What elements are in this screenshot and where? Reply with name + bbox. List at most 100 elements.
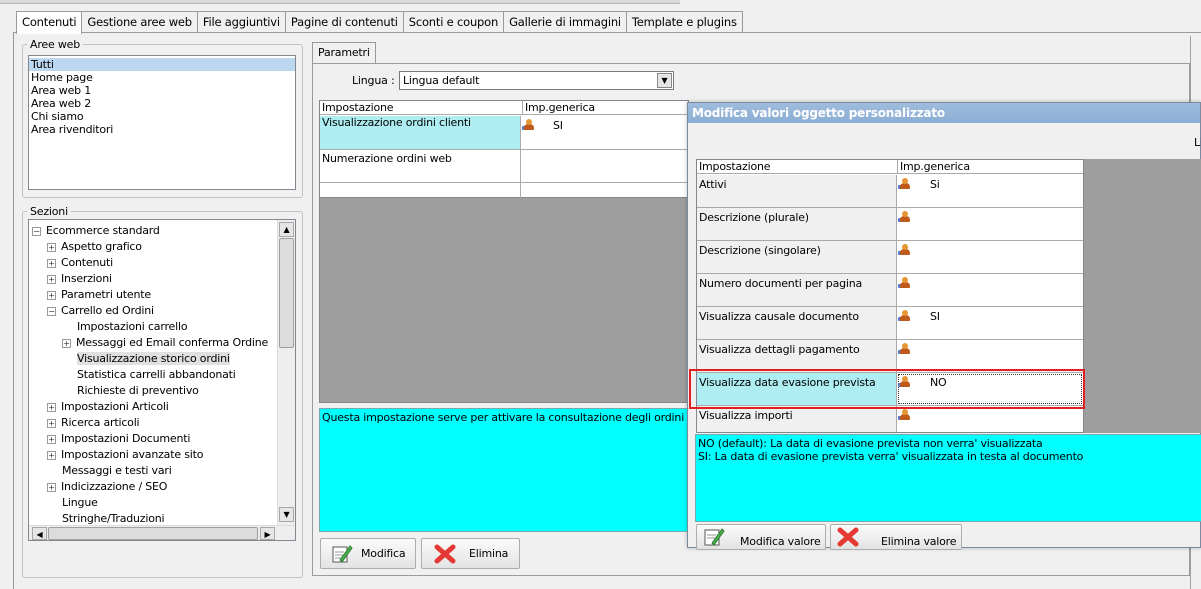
dialog-title: Modifica valori oggetto personalizzato — [688, 103, 1200, 123]
grid-empty-area — [319, 198, 689, 403]
table-row[interactable]: Numerazione ordini web — [320, 150, 688, 183]
expand-icon[interactable]: + — [47, 434, 56, 444]
elimina-label: Elimina — [469, 547, 509, 560]
list-item[interactable]: Home page — [29, 71, 295, 84]
tree-node-label: Statistica carrelli abbandonati — [77, 368, 236, 381]
tree-node[interactable]: Impostazioni carrello — [62, 319, 188, 335]
tree-node-label: Stringhe/Traduzioni — [62, 512, 165, 525]
scroll-up-icon[interactable]: ▲ — [279, 222, 294, 237]
tree-node[interactable]: Visualizzazione storico ordini — [62, 351, 230, 367]
tab-template-e-plugins[interactable]: Template e plugins — [625, 11, 743, 33]
chevron-down-icon[interactable]: ▼ — [657, 73, 672, 88]
scroll-h-thumb[interactable] — [48, 527, 258, 540]
tab-parametri[interactable]: Parametri — [312, 42, 376, 64]
elimina-valore-button[interactable]: Elimina valore — [830, 524, 962, 550]
expand-icon[interactable]: + — [47, 274, 56, 284]
tree-node[interactable]: + Messaggi ed Email conferma Ordine — [62, 335, 268, 351]
tab-gestione-aree-web[interactable]: Gestione aree web — [81, 11, 198, 33]
lingua-select[interactable]: Lingua default ▼ — [399, 71, 674, 90]
tree-node[interactable]: Statistica carrelli abbandonati — [62, 367, 236, 383]
table-row[interactable]: Descrizione (singolare) — [697, 241, 1083, 274]
tab-gallerie-di-immagini[interactable]: Gallerie di immagini — [503, 11, 627, 33]
tree-node-label: Aspetto grafico — [61, 240, 142, 253]
tree-node[interactable]: + Impostazioni Documenti — [47, 431, 190, 447]
expand-icon[interactable]: + — [47, 258, 56, 268]
tree-node[interactable]: Messaggi e testi vari — [47, 463, 172, 479]
scroll-left-icon[interactable]: ◀ — [32, 527, 47, 540]
table-row[interactable]: Visualizza causale documento SI — [697, 307, 1083, 340]
tree-node-label: Messaggi e testi vari — [62, 464, 172, 477]
modifica-valore-button[interactable]: Modifica valore — [696, 524, 826, 550]
tab-pagine-di-contenuti[interactable]: Pagine di contenuti — [284, 11, 404, 33]
tree-node[interactable]: + Contenuti — [47, 255, 113, 271]
tree-node[interactable]: Lingue — [47, 495, 98, 511]
top-strip — [0, 0, 680, 4]
expand-icon[interactable]: + — [47, 290, 56, 300]
row-name-cell: Descrizione (plurale) — [697, 208, 896, 240]
delete-x-icon — [837, 527, 859, 547]
expand-icon[interactable]: + — [47, 242, 56, 252]
scroll-thumb[interactable] — [279, 238, 294, 348]
expand-icon[interactable]: + — [62, 338, 71, 348]
tree-node[interactable]: + Impostazioni Articoli — [47, 399, 169, 415]
person-icon — [898, 309, 912, 323]
tree-node-label: Impostazioni Articoli — [61, 400, 169, 413]
scroll-down-icon[interactable]: ▼ — [279, 507, 294, 522]
col-impostazione: Impostazione — [699, 160, 771, 173]
edit-icon — [704, 528, 725, 546]
expand-icon[interactable]: + — [47, 402, 56, 412]
table-row[interactable]: Descrizione (plurale) — [697, 208, 1083, 241]
expand-icon[interactable]: + — [47, 482, 56, 492]
collapse-icon[interactable]: − — [47, 306, 56, 316]
list-item[interactable]: Chi siamo — [29, 110, 295, 123]
elimina-valore-label: Elimina valore — [881, 534, 957, 548]
table-row[interactable]: Numero documenti per pagina — [697, 274, 1083, 307]
tab-sconti-e-coupon[interactable]: Sconti e coupon — [402, 11, 505, 33]
row-value: SI — [930, 310, 940, 323]
tree-node[interactable]: − Ecommerce standard — [32, 223, 160, 239]
tree-vertical-scrollbar[interactable]: ▲ ▼ — [277, 220, 295, 525]
aree-web-list[interactable]: Tutti Home page Area web 1 Area web 2 Ch… — [28, 55, 296, 190]
tree-node[interactable]: + Inserzioni — [47, 271, 112, 287]
elimina-button[interactable]: Elimina — [421, 538, 520, 569]
table-row[interactable]: Visualizzazione ordini clienti SI — [320, 116, 688, 150]
list-item[interactable]: Tutti — [29, 58, 295, 71]
col-divider — [896, 340, 897, 372]
tree-node-label: Impostazioni carrello — [77, 320, 188, 333]
tree-node-label: Inserzioni — [61, 272, 112, 285]
person-icon — [898, 210, 912, 224]
list-item[interactable]: Area rivenditori — [29, 123, 295, 136]
tree-horizontal-scrollbar[interactable]: ◀ ▶ — [29, 525, 295, 540]
dialog-corner-label: Li — [1194, 136, 1201, 149]
tree-node[interactable]: + Indicizzazione / SEO — [47, 479, 167, 495]
table-row[interactable]: Attivi Si — [697, 175, 1083, 208]
expand-icon[interactable]: + — [47, 450, 56, 460]
col-impgenerica: Imp.generica — [897, 160, 970, 173]
tree-node[interactable]: + Impostazioni avanzate sito — [47, 447, 203, 463]
tree-node[interactable]: + Ricerca articoli — [47, 415, 140, 431]
scroll-right-icon[interactable]: ▶ — [260, 527, 275, 540]
tab-file-aggiuntivi[interactable]: File aggiuntivi — [196, 11, 286, 33]
col-divider — [896, 274, 897, 306]
table-row[interactable] — [320, 183, 688, 198]
row-name: Numerazione ordini web — [322, 152, 452, 165]
tab-contenuti[interactable]: Contenuti — [16, 11, 83, 34]
person-icon — [522, 118, 536, 132]
edit-icon — [332, 544, 353, 563]
tree-node[interactable]: + Parametri utente — [47, 287, 151, 303]
delete-x-icon — [434, 544, 456, 563]
list-item[interactable]: Area web 2 — [29, 97, 295, 110]
tree-node[interactable]: Richieste di preventivo — [62, 383, 199, 399]
collapse-icon[interactable]: − — [32, 226, 41, 236]
col-divider — [896, 241, 897, 273]
modifica-label: Modifica — [361, 547, 406, 560]
list-item[interactable]: Area web 1 — [29, 84, 295, 97]
table-row[interactable]: Visualizza importi — [697, 406, 1083, 432]
tree-node[interactable]: + Aspetto grafico — [47, 239, 142, 255]
person-icon — [898, 276, 912, 290]
sezioni-tree[interactable]: − Ecommerce standard + Aspetto grafico + Cont… — [28, 219, 296, 541]
lingua-select-value: Lingua default — [403, 74, 480, 87]
modifica-button[interactable]: Modifica — [320, 538, 416, 569]
tree-node[interactable]: − Carrello ed Ordini — [47, 303, 154, 319]
expand-icon[interactable]: + — [47, 418, 56, 428]
